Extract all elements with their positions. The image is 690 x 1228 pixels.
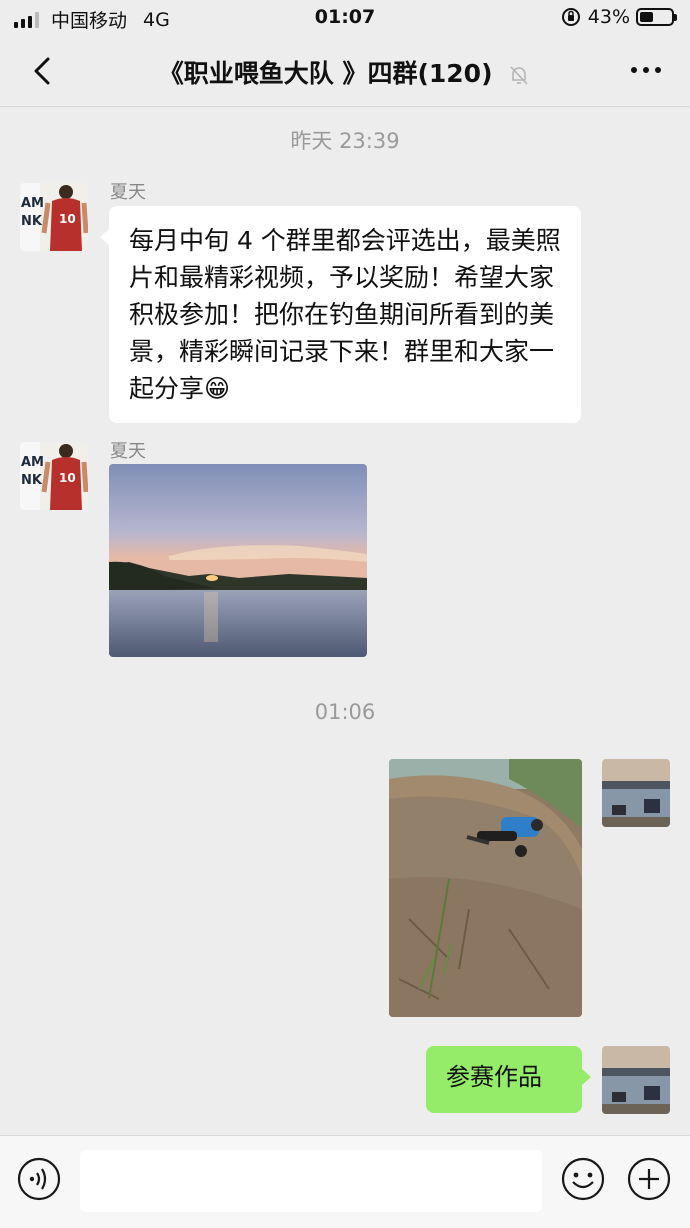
- avatar[interactable]: [602, 759, 670, 827]
- input-bar: [0, 1135, 690, 1228]
- mute-bell-icon: [510, 66, 528, 85]
- svg-text:AM: AM: [21, 196, 44, 211]
- timestamp: 昨天 23:39: [290, 129, 400, 153]
- chat-title-wrap[interactable]: 《职业喂鱼大队 》四群(120): [0, 54, 690, 90]
- message-bubble-sent[interactable]: 参赛作品: [426, 1046, 591, 1113]
- svg-text:10: 10: [59, 212, 76, 226]
- avatar[interactable]: [602, 1046, 670, 1114]
- basketball-player-avatar-icon: AM NK 10: [20, 442, 88, 510]
- lake-avatar-icon: [602, 1046, 670, 1114]
- smiley-icon[interactable]: [560, 1156, 606, 1202]
- svg-text:10: 10: [59, 471, 76, 485]
- orientation-lock-icon: [561, 8, 580, 26]
- battery-percent: 43%: [587, 6, 630, 28]
- message-bubble[interactable]: 每月中旬 4 个群里都会评选出，最美照片和最精彩视频，予以奖励！希望大家积极参加…: [100, 206, 581, 423]
- svg-text:AM: AM: [21, 455, 44, 470]
- avatar[interactable]: AM NK 10: [20, 442, 88, 510]
- timestamp: 01:06: [314, 700, 376, 724]
- sunset-lake-photo[interactable]: [109, 464, 367, 657]
- more-icon[interactable]: [628, 58, 664, 82]
- lake-avatar-icon: [602, 759, 670, 827]
- chat-header: 《职业喂鱼大队 》四群(120): [0, 36, 690, 107]
- voice-icon[interactable]: [16, 1156, 62, 1202]
- avatar[interactable]: AM NK 10: [20, 183, 88, 251]
- status-bar: 中国移动 4G 01:07 43%: [0, 0, 690, 36]
- dirt-slope-photo[interactable]: [389, 759, 582, 1017]
- sender-name: 夏天: [110, 182, 146, 203]
- basketball-player-avatar-icon: AM NK 10: [20, 183, 88, 251]
- battery-icon: [636, 8, 677, 26]
- message-input[interactable]: [80, 1150, 542, 1212]
- plus-icon[interactable]: [626, 1156, 672, 1202]
- chat-title: 《职业喂鱼大队 》四群(120): [158, 59, 493, 88]
- sender-name: 夏天: [110, 441, 146, 462]
- svg-text:NK: NK: [21, 214, 43, 229]
- svg-text:NK: NK: [21, 473, 43, 488]
